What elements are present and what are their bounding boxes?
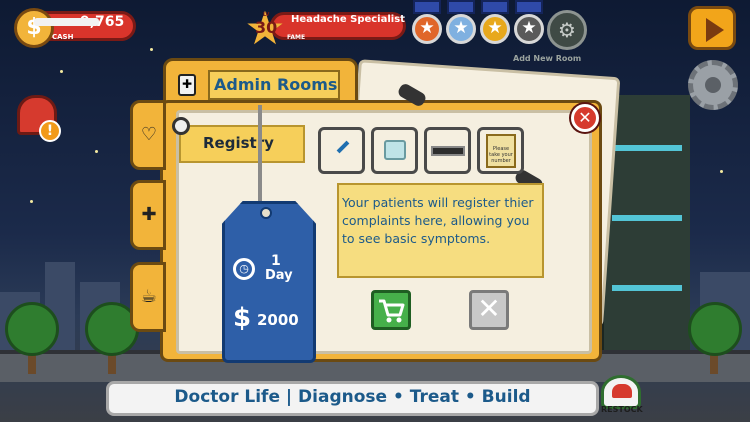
rank-column (481, 0, 509, 14)
star (60, 70, 63, 73)
medical-doc-icon: ✚ (178, 74, 196, 96)
star (150, 48, 153, 51)
settings-gear-icon[interactable] (688, 60, 738, 110)
device-icon (384, 140, 406, 160)
pen-icon (336, 140, 350, 154)
rank-column (447, 0, 475, 14)
play-button[interactable] (688, 6, 736, 50)
fame-title: Headache Specialist (291, 14, 405, 25)
fame-progress-fill (34, 18, 100, 26)
medical-doc-icon: ✚ (141, 204, 157, 225)
item-pen[interactable] (318, 127, 365, 174)
star (720, 170, 723, 173)
stethoscope-icon: ♡ (140, 124, 158, 145)
tab-coffee[interactable]: ☕ (130, 262, 166, 332)
alert-icon: ! (39, 120, 61, 142)
gold-medal-icon[interactable]: ★ (480, 14, 510, 44)
item-device[interactable] (371, 127, 418, 174)
star (30, 200, 33, 203)
tree (5, 302, 59, 356)
pin-icon (172, 117, 190, 135)
add-room-button[interactable]: ⚙ (547, 10, 587, 50)
window-strip (612, 145, 682, 151)
cart-icon (379, 299, 405, 323)
room-name: Registry (203, 134, 274, 152)
window-strip (612, 285, 682, 291)
locked-medal-icon[interactable]: ★ (514, 14, 544, 44)
star (95, 150, 98, 153)
duration-unit: Day (265, 268, 293, 283)
coffee-cup-icon: ☕ (140, 286, 158, 307)
tab-stethoscope[interactable]: ♡ (130, 100, 166, 170)
duration-value: 1 (271, 253, 281, 269)
tag-hole (260, 207, 272, 219)
rank-column (515, 0, 543, 14)
tag-string (258, 105, 262, 213)
tab-medical-doc[interactable]: ✚ (130, 180, 166, 250)
bronze-medal-icon[interactable]: ★ (412, 14, 442, 44)
cash-label: CASH (52, 33, 74, 41)
cancel-button[interactable]: ✕ (469, 290, 509, 330)
dialog-title: Admin Rooms (214, 75, 338, 94)
room-description: Your patients will register thier compla… (342, 195, 534, 246)
item-display-panel[interactable] (424, 127, 471, 174)
silver-medal-icon[interactable]: ★ (446, 14, 476, 44)
clock-icon: ◷ (233, 258, 255, 280)
restock-button[interactable] (601, 375, 641, 409)
item-notice-sign[interactable]: Please take your number (477, 127, 524, 174)
window-strip (612, 215, 682, 221)
coin-icon: $ (14, 8, 54, 48)
room-price: 2000 (257, 311, 299, 329)
rank-column (413, 0, 441, 14)
price-currency: $ (233, 303, 252, 333)
restock-label: RESTOCK (601, 405, 643, 414)
display-panel-icon (431, 146, 465, 156)
fame-label: FAME (287, 34, 306, 41)
level-number: 30 (255, 18, 278, 37)
sneaker-icon (612, 384, 632, 398)
tree (688, 302, 742, 356)
add-room-label: Add New Room (513, 54, 582, 63)
buy-cart-button[interactable] (371, 290, 411, 330)
banner-text: Doctor Life | Diagnose • Treat • Build (174, 387, 531, 407)
notice-sign-icon: Please take your number (486, 134, 516, 168)
close-button[interactable]: ✕ (571, 104, 599, 132)
